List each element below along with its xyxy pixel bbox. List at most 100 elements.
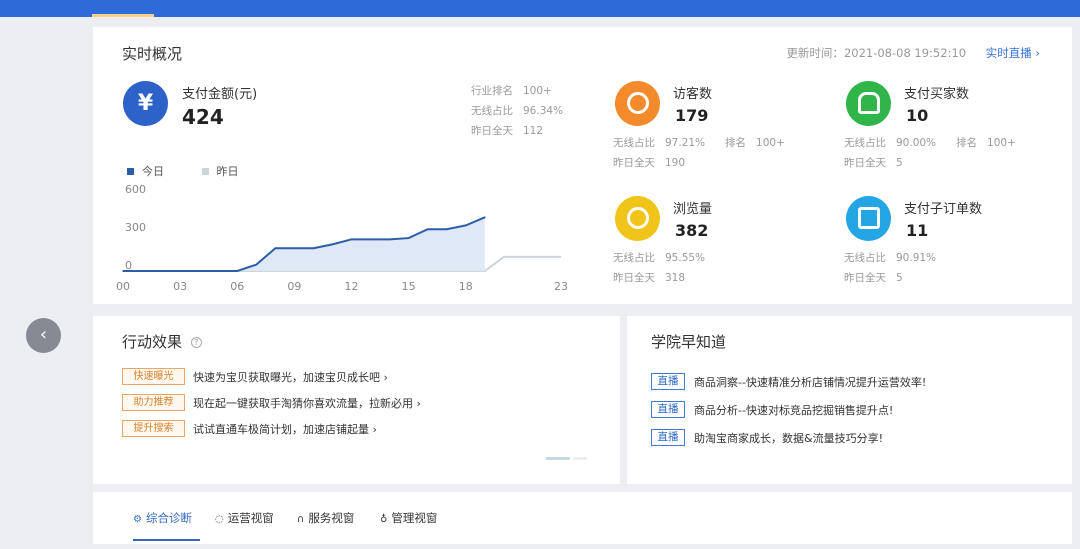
buyers-label: 支付买家数 <box>904 87 970 102</box>
clipboard-icon-shape <box>857 207 880 229</box>
question-circle-icon[interactable]: ? <box>190 337 202 348</box>
series-today-point <box>293 247 296 249</box>
x-tick-label: 06 <box>230 280 244 293</box>
suborders-yesterday-value: 5 <box>896 272 903 284</box>
school-link[interactable]: 助淘宝商家成长，数据&流量技巧分享! <box>694 430 883 446</box>
school-link[interactable]: 商品分析--快速对标竞品挖掘销售提升点! <box>694 402 893 418</box>
series-today-point <box>141 270 143 272</box>
live-badge: 直播 <box>651 401 685 418</box>
ops-window-icon: ◌ <box>215 514 224 525</box>
visitors-rank-label: 排名 <box>725 137 747 149</box>
buyers-rank-value: 100+ <box>987 137 1016 149</box>
series-today-point <box>445 228 448 230</box>
series-today-area <box>123 217 485 271</box>
update-time: 更新时间：2021-08-08 19:52:10 实时直播 › <box>786 45 1040 61</box>
tab-label: 服务视窗 <box>308 511 355 525</box>
yesterday-label: 昨日全天 <box>471 125 513 137</box>
x-tick-label: 18 <box>459 280 473 293</box>
action-link[interactable]: 现在起一键获取手淘猜你喜欢流量，拉新必用 › <box>193 395 421 411</box>
top-nav-active-tab[interactable] <box>92 0 154 17</box>
series-today-point <box>160 270 162 272</box>
footprint-icon-shape <box>626 92 649 114</box>
series-today-point <box>426 228 429 230</box>
realtime-line-chart: 6003000 00 03 06 09 12 15 18 23 <box>116 183 568 293</box>
wireless-value: 96.34% <box>523 105 564 117</box>
series-today-point <box>122 270 124 272</box>
tab-headset[interactable]: ∩ 服务视窗 <box>297 510 354 526</box>
clipboard-icon <box>846 196 891 241</box>
legend-yesterday-swatch <box>201 168 209 175</box>
y-tick-label: 600 <box>125 183 146 196</box>
tab-label: 管理视窗 <box>391 511 438 525</box>
diagnosis-icon: ⚙ <box>133 514 142 525</box>
yen-glyph: ¥ <box>137 91 154 116</box>
yesterday-value: 112 <box>523 125 544 137</box>
visitors-yesterday-value: 190 <box>665 157 686 169</box>
pageviews-label: 浏览量 <box>673 202 713 217</box>
carousel-dot[interactable] <box>573 457 587 460</box>
pageviews-stats: 无线占比 95.55% 昨日全天 318 <box>613 248 705 288</box>
x-tick-label: 03 <box>173 280 187 293</box>
realtime-overview-card: 实时概况 更新时间：2021-08-08 19:52:10 实时直播 › ¥ 支… <box>93 27 1072 304</box>
visitors-value: 179 <box>675 106 709 125</box>
x-tick-label: 00 <box>116 280 130 293</box>
eye-icon-shape <box>626 207 649 229</box>
action-tag[interactable]: 快速曝光 <box>122 368 185 385</box>
series-today-point <box>236 270 239 272</box>
pay-amount-stats: 行业排名 100+ 无线占比 96.34% 昨日全天 112 <box>471 81 563 141</box>
pageviews-wireless-label: 无线占比 <box>613 252 655 264</box>
x-tick-label: 09 <box>287 280 301 293</box>
series-today-point <box>198 270 200 272</box>
visitors-wireless-value: 97.21% <box>665 137 706 149</box>
live-badge: 直播 <box>651 429 685 446</box>
eye-icon <box>615 196 660 241</box>
buyers-yesterday-label: 昨日全天 <box>844 157 886 169</box>
live-badge: 直播 <box>651 373 685 390</box>
active-tab-indicator <box>133 539 200 541</box>
series-today-point <box>179 270 181 272</box>
buyers-rank-label: 排名 <box>956 137 978 149</box>
buyers-stats: 无线占比 90.00% 排名 100+ 昨日全天 5 <box>844 133 1016 173</box>
buyers-value: 10 <box>906 106 929 125</box>
tab-manage[interactable]: ♁ 管理视窗 <box>380 510 437 526</box>
legend-today-swatch <box>127 168 134 175</box>
visitors-label: 访客数 <box>673 87 713 102</box>
x-tick-label: 23 <box>554 280 568 293</box>
previous-arrow-button[interactable]: ‹ <box>26 318 61 353</box>
pageviews-wireless-value: 95.55% <box>665 252 706 264</box>
series-today-point <box>464 224 467 227</box>
headset-icon: ∩ <box>297 514 305 525</box>
chevron-right-icon: › <box>1035 46 1040 60</box>
carousel-dot-active[interactable] <box>546 457 570 460</box>
rank-label: 行业排名 <box>471 85 513 97</box>
live-link[interactable]: 实时直播 › <box>986 46 1040 60</box>
tab-diagnosis[interactable]: ⚙ 综合诊断 <box>133 510 192 526</box>
series-today-point <box>369 238 372 241</box>
update-time-label: 更新时间： <box>786 46 844 60</box>
top-nav-bar <box>0 0 1080 17</box>
series-today-point <box>312 247 315 249</box>
action-link[interactable]: 快速为宝贝获取曝光，加速宝贝成长吧 › <box>193 369 388 385</box>
y-tick-label: 300 <box>125 221 146 234</box>
action-tag[interactable]: 助力推荐 <box>122 394 185 411</box>
suborders-wireless-label: 无线占比 <box>844 252 886 264</box>
school-title: 学院早知道 <box>651 333 727 351</box>
visitors-wireless-label: 无线占比 <box>613 137 655 149</box>
x-tick-label: 15 <box>402 280 416 293</box>
action-tag[interactable]: 提升搜索 <box>122 420 185 437</box>
live-link-label: 实时直播 <box>985 46 1032 60</box>
x-tick-label: 12 <box>345 280 359 293</box>
pay-amount-value: 424 <box>182 105 224 129</box>
tab-label: 运营视窗 <box>227 511 274 525</box>
action-link[interactable]: 试试直通车极简计划，加速店铺起量 › <box>193 421 377 437</box>
tab-ops-window[interactable]: ◌ 运营视窗 <box>215 510 274 526</box>
chevron-left-icon: ‹ <box>39 324 48 345</box>
update-time-value: 2021-08-08 19:52:10 <box>843 46 967 60</box>
pay-amount-label: 支付金额(元) <box>182 87 258 102</box>
series-today-point <box>331 243 334 246</box>
overview-title: 实时概况 <box>122 45 183 63</box>
suborders-label: 支付子订单数 <box>904 202 983 217</box>
action-effect-card: 行动效果 ? 快速曝光 快速为宝贝获取曝光，加速宝贝成长吧 › 助力推荐 现在起一键获… <box>93 316 620 484</box>
users-icon-shape <box>857 92 880 114</box>
school-link[interactable]: 商品洞察--快速精准分析店铺情况提升运营效率! <box>694 374 926 390</box>
